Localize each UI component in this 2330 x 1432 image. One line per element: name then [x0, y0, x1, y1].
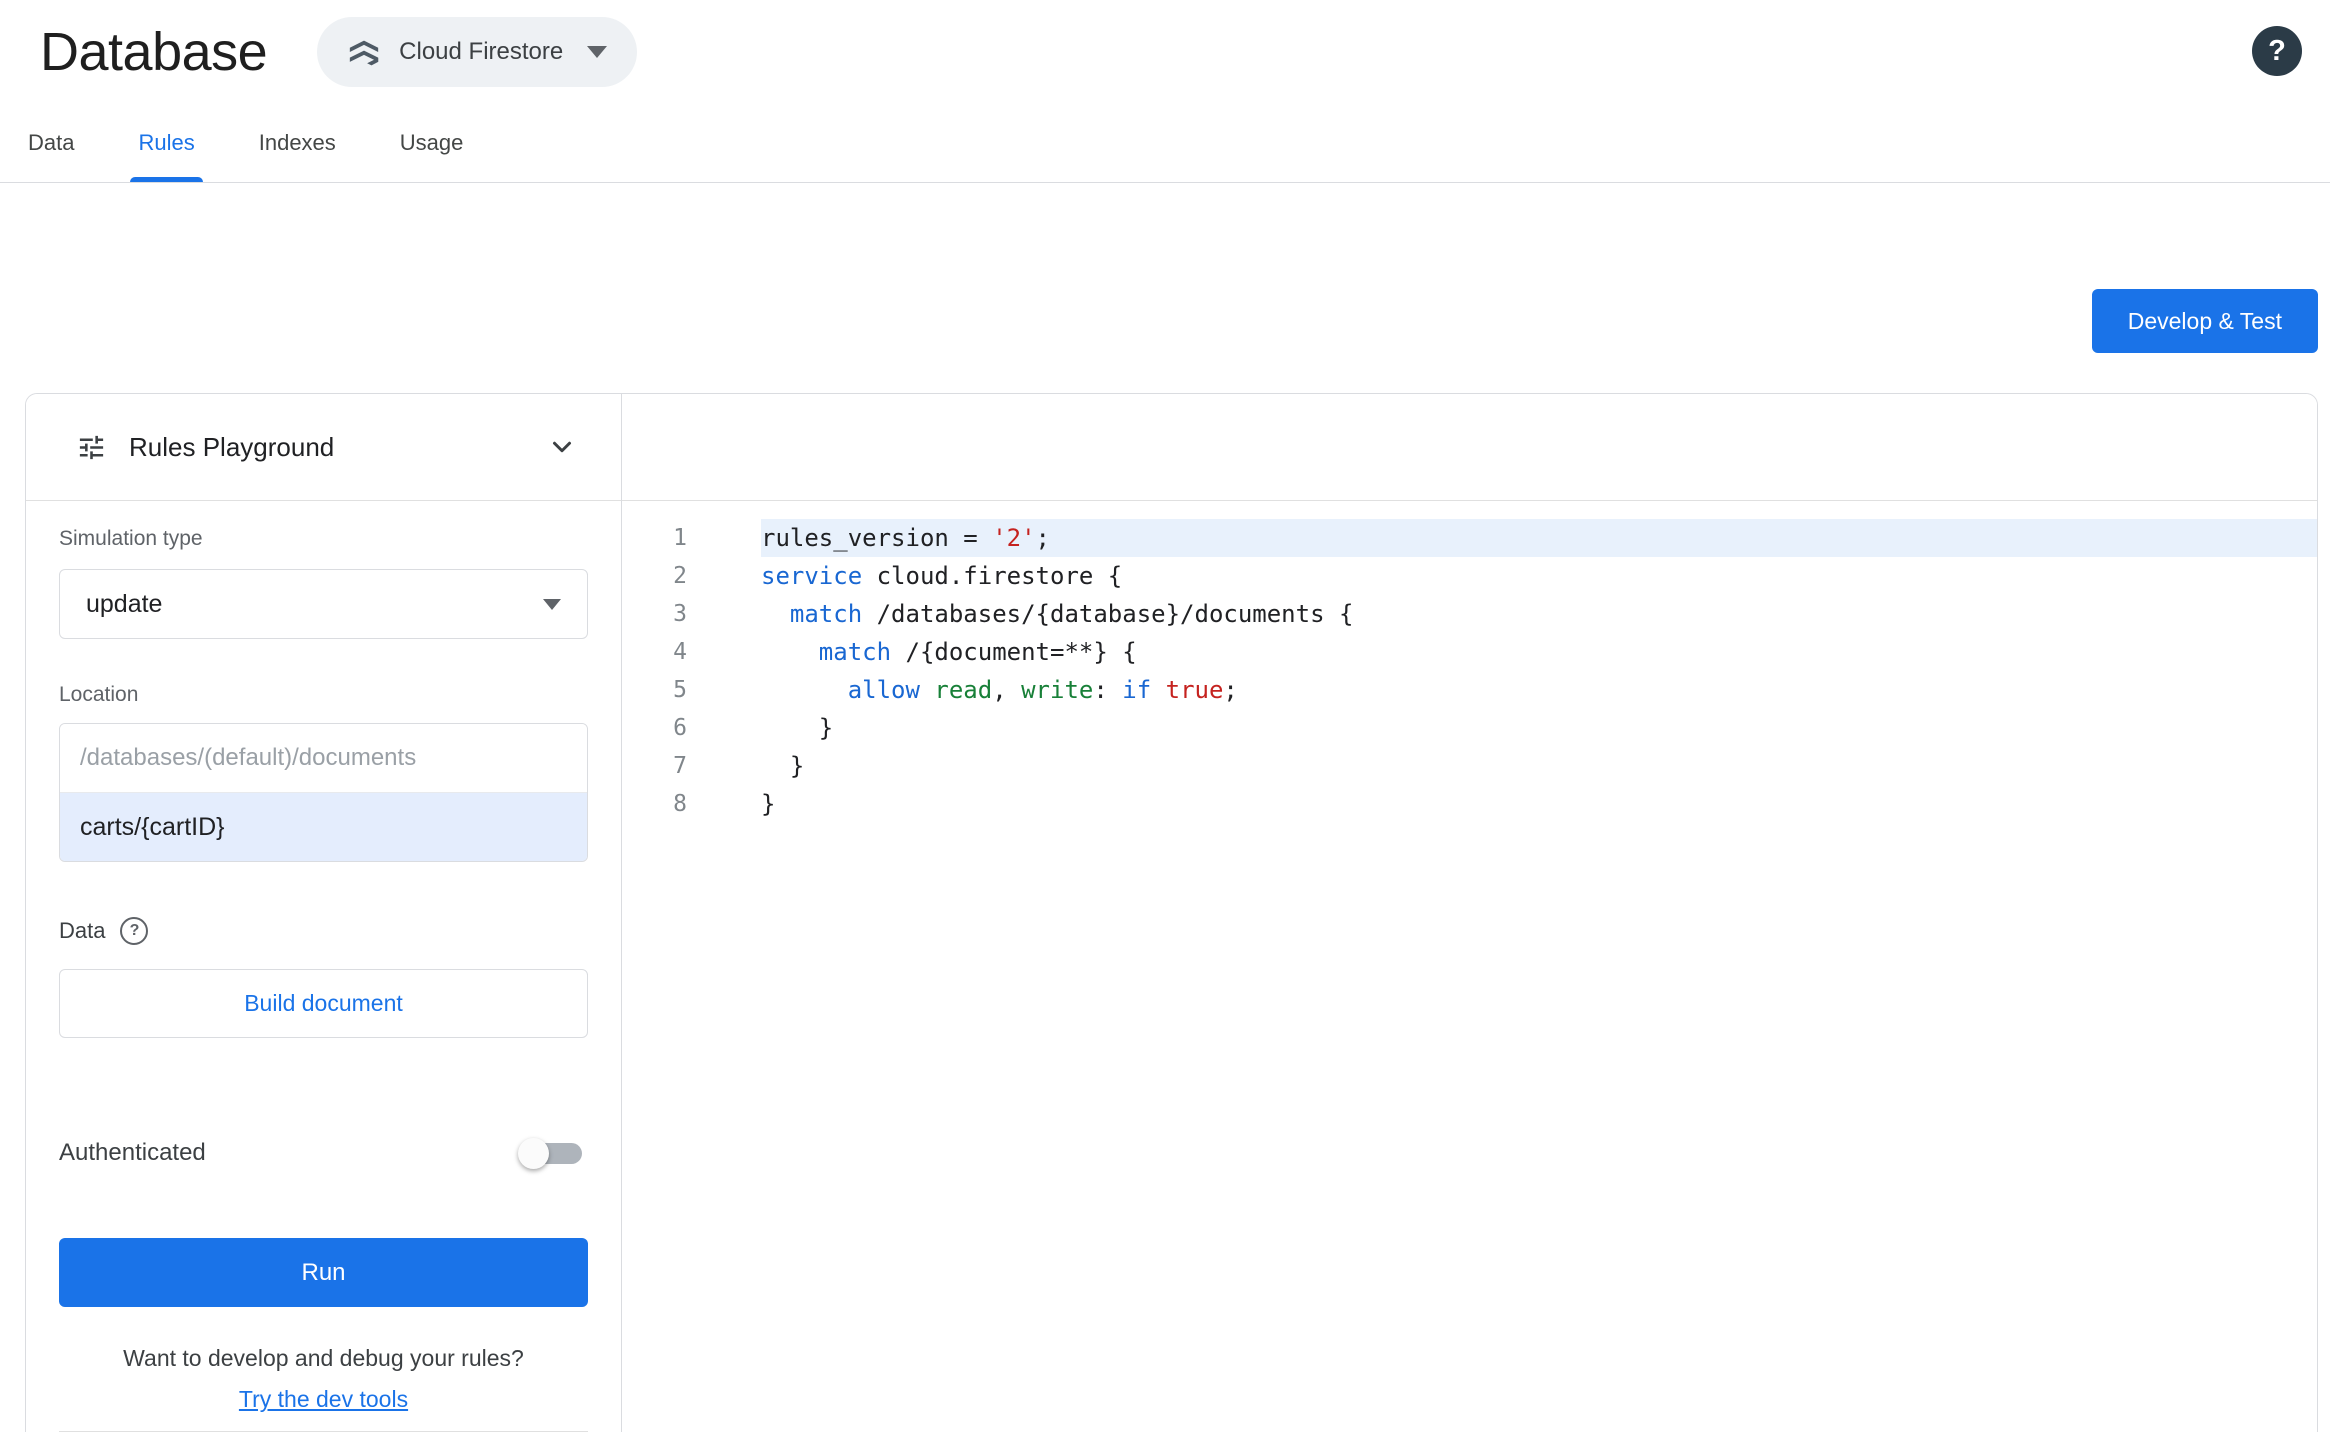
- line-number: 6: [673, 715, 687, 741]
- rules-playground-panel: Rules Playground Simulation type update …: [26, 394, 622, 1432]
- location-placeholder[interactable]: /databases/(default)/documents: [60, 724, 587, 793]
- simulation-type-select[interactable]: update: [59, 569, 588, 639]
- run-button[interactable]: Run: [59, 1238, 588, 1307]
- toggle-thumb: [518, 1138, 549, 1169]
- code-line[interactable]: 8}: [622, 785, 2317, 823]
- help-button[interactable]: ?: [2252, 26, 2302, 76]
- dev-tools-link[interactable]: Try the dev tools: [59, 1386, 588, 1413]
- playground-footer: Authenticated Run Want to develop and de…: [26, 1097, 621, 1432]
- line-number: 7: [673, 753, 687, 779]
- code-text[interactable]: rules_version = '2';: [761, 519, 2317, 557]
- chevron-down-icon: [543, 598, 561, 610]
- header: Database Cloud Firestore ?: [0, 0, 2330, 104]
- build-document-button[interactable]: Build document: [59, 969, 588, 1038]
- firestore-icon: [347, 35, 381, 69]
- tab-usage[interactable]: Usage: [400, 104, 464, 182]
- database-selector[interactable]: Cloud Firestore: [317, 17, 638, 87]
- code-line[interactable]: 4 match /{document=**} {: [622, 633, 2317, 671]
- simulation-type-label: Simulation type: [59, 527, 203, 550]
- location-field: /databases/(default)/documents carts/{ca…: [59, 723, 588, 862]
- simulation-type-value: update: [86, 589, 163, 618]
- code-text[interactable]: }: [761, 785, 2317, 823]
- code-line[interactable]: 2 service cloud.firestore {: [622, 557, 2317, 595]
- data-section: Data ?: [59, 917, 588, 945]
- code-text[interactable]: service cloud.firestore {: [761, 557, 2317, 595]
- editor-toolbar: [622, 394, 2317, 501]
- code-text[interactable]: match /databases/{database}/documents {: [761, 595, 2317, 633]
- code-text[interactable]: allow read, write: if true;: [761, 671, 2317, 709]
- page-title: Database: [40, 22, 268, 82]
- line-number: 1: [673, 525, 687, 551]
- tab-indexes[interactable]: Indexes: [259, 104, 336, 182]
- line-number: 8: [673, 791, 687, 817]
- line-number: 3: [673, 601, 687, 627]
- code-line[interactable]: 7 }: [622, 747, 2317, 785]
- tab-bar: Data Rules Indexes Usage: [0, 104, 2330, 183]
- playground-title: Rules Playground: [129, 431, 335, 462]
- collapse-chevron-icon[interactable]: [547, 432, 577, 462]
- tune-icon: [79, 435, 104, 459]
- code-text[interactable]: }: [761, 747, 2317, 785]
- code-text[interactable]: }: [761, 709, 2317, 747]
- help-circle-icon[interactable]: ?: [120, 917, 149, 945]
- code-text[interactable]: match /{document=**} {: [761, 633, 2317, 671]
- line-number: 4: [673, 639, 687, 665]
- line-number: 2: [673, 563, 687, 589]
- question-mark-icon: ?: [2268, 34, 2286, 67]
- line-number: 5: [673, 677, 687, 703]
- authenticated-row: Authenticated: [59, 1119, 588, 1187]
- authenticated-toggle[interactable]: [518, 1135, 588, 1171]
- helper-text: Want to develop and debug your rules?: [123, 1345, 524, 1371]
- code-line[interactable]: 1 rules_version = '2';: [622, 519, 2317, 557]
- tab-data[interactable]: Data: [28, 104, 74, 182]
- page: Database Cloud Firestore ? Data Rules In…: [0, 0, 2330, 1432]
- develop-test-button[interactable]: Develop & Test: [2091, 289, 2318, 353]
- playground-header[interactable]: Rules Playground: [26, 394, 621, 501]
- tab-rules[interactable]: Rules: [130, 104, 203, 182]
- chevron-down-icon: [587, 46, 608, 58]
- authenticated-label: Authenticated: [59, 1139, 206, 1166]
- code-line[interactable]: 5 allow read, write: if true;: [622, 671, 2317, 709]
- location-input[interactable]: carts/{cartID}: [60, 793, 587, 861]
- rules-editor: 1 rules_version = '2'; 2 service cloud.fire…: [622, 394, 2317, 1432]
- playground-form: Simulation type update Location /databas…: [26, 501, 621, 1097]
- rules-panel: Rules Playground Simulation type update …: [25, 393, 2318, 1432]
- data-label: Data: [59, 918, 106, 943]
- code-line[interactable]: 3 match /databases/{database}/documents …: [622, 595, 2317, 633]
- active-tab-underline: [130, 177, 203, 182]
- database-selector-label: Cloud Firestore: [399, 38, 564, 65]
- code-area[interactable]: 1 rules_version = '2'; 2 service cloud.fire…: [622, 501, 2317, 823]
- actions-row: Develop & Test: [0, 183, 2330, 353]
- code-line[interactable]: 6 }: [622, 709, 2317, 747]
- location-label: Location: [59, 683, 139, 706]
